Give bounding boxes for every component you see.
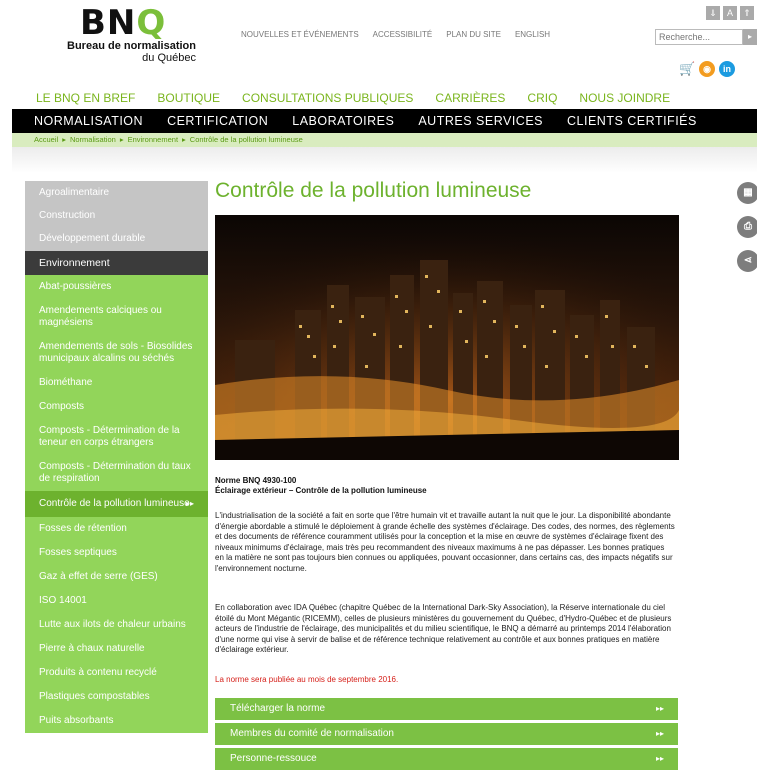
sidebar-item-developpement-durable[interactable]: Développement durable bbox=[25, 227, 208, 251]
double-chevron-right-icon: ▸▸ bbox=[185, 499, 194, 508]
logo-mark-bn: BN bbox=[80, 3, 137, 43]
breadcrumb-current[interactable]: Contrôle de la pollution lumineuse bbox=[190, 133, 303, 147]
search-button[interactable]: ▸ bbox=[743, 29, 757, 45]
logo-mark-q: Q bbox=[136, 3, 167, 43]
breadcrumb-separator-icon: ▸ bbox=[182, 135, 186, 144]
font-reset-button[interactable]: A bbox=[723, 6, 737, 20]
nav-criq[interactable]: CRIQ bbox=[527, 91, 557, 105]
sidebar-item-composts[interactable]: Composts bbox=[25, 395, 208, 419]
nav-bnq-en-bref[interactable]: LE BNQ EN BREF bbox=[36, 91, 135, 105]
breadcrumb-home[interactable]: Accueil bbox=[34, 133, 58, 147]
button-label: Personne-ressouce bbox=[230, 753, 317, 764]
search-input[interactable] bbox=[655, 29, 743, 45]
sidebar-item-pierre-chaux[interactable]: Pierre à chaux naturelle bbox=[25, 637, 208, 661]
sidebar: Agroalimentaire Construction Développeme… bbox=[25, 181, 208, 733]
committee-members-button[interactable]: Membres du comité de normalisation ▸▸ bbox=[215, 723, 678, 745]
double-chevron-right-icon: ▸▸ bbox=[655, 729, 664, 738]
contact-person-button[interactable]: Personne-ressouce ▸▸ bbox=[215, 748, 678, 770]
sidebar-item-agroalimentaire[interactable]: Agroalimentaire bbox=[25, 181, 208, 205]
sidebar-item-composts-respiration[interactable]: Composts - Détermination du taux de resp… bbox=[25, 455, 208, 491]
sidebar-item-produits-recycle[interactable]: Produits à contenu recyclé bbox=[25, 661, 208, 685]
nav-consultations[interactable]: CONSULTATIONS PUBLIQUES bbox=[242, 91, 413, 105]
cart-icon[interactable]: 🛒 bbox=[679, 62, 695, 76]
top-link-sitemap[interactable]: PLAN DU SITE bbox=[446, 30, 501, 39]
share-icon[interactable]: ⋖ bbox=[737, 250, 757, 272]
nav-carrieres[interactable]: CARRIÈRES bbox=[435, 91, 505, 105]
linkedin-icon[interactable]: in bbox=[719, 61, 735, 77]
city-skyline-image bbox=[215, 215, 679, 460]
nav-autres-services[interactable]: AUTRES SERVICES bbox=[418, 114, 543, 128]
nav-clients-certifies[interactable]: CLIENTS CERTIFIÉS bbox=[567, 114, 697, 128]
header-shade bbox=[12, 147, 757, 173]
breadcrumb-environnement[interactable]: Environnement bbox=[128, 133, 178, 147]
sidebar-item-ilots-chaleur[interactable]: Lutte aux ilots de chaleur urbains bbox=[25, 613, 208, 637]
breadcrumb-normalisation[interactable]: Normalisation bbox=[70, 133, 116, 147]
top-link-english[interactable]: ENGLISH bbox=[515, 30, 550, 39]
download-standard-button[interactable]: Télécharger la norme ▸▸ bbox=[215, 698, 678, 720]
calendar-icon[interactable]: ▦ bbox=[737, 182, 757, 204]
page-title: Contrôle de la pollution lumineuse bbox=[215, 179, 532, 202]
sidebar-item-composts-corps-etrangers[interactable]: Composts - Détermination de la teneur en… bbox=[25, 419, 208, 455]
social-icons: 🛒 ◉ in bbox=[679, 61, 735, 77]
nav-boutique[interactable]: BOUTIQUE bbox=[157, 91, 220, 105]
sidebar-item-biomethane[interactable]: Biométhane bbox=[25, 371, 208, 395]
sidebar-item-puits-absorbants[interactable]: Puits absorbants bbox=[25, 709, 208, 733]
nav-normalisation[interactable]: NORMALISATION bbox=[34, 114, 143, 128]
top-link-news[interactable]: NOUVELLES ET ÉVÉNEMENTS bbox=[241, 30, 359, 39]
publication-note: La norme sera publiée au mois de septemb… bbox=[215, 675, 399, 684]
sidebar-item-ges[interactable]: Gaz à effet de serre (GES) bbox=[25, 565, 208, 589]
sidebar-item-biosolides[interactable]: Amendements de sols - Biosolides municip… bbox=[25, 335, 208, 371]
breadcrumb: Accueil ▸ Normalisation ▸ Environnement … bbox=[12, 133, 757, 147]
primary-nav: LE BNQ EN BREF BOUTIQUE CONSULTATIONS PU… bbox=[36, 91, 692, 105]
font-increase-button[interactable]: ⇑ bbox=[740, 6, 754, 20]
sidebar-item-iso-14001[interactable]: ISO 14001 bbox=[25, 589, 208, 613]
standard-number: Norme BNQ 4930-100 bbox=[215, 476, 297, 485]
sidebar-item-abat-poussieres[interactable]: Abat-poussières bbox=[25, 275, 208, 299]
top-link-accessibility[interactable]: ACCESSIBILITÉ bbox=[373, 30, 433, 39]
double-chevron-right-icon: ▸▸ bbox=[655, 754, 664, 763]
font-decrease-button[interactable]: ⇓ bbox=[706, 6, 720, 20]
logo-mark: BNQ bbox=[56, 6, 196, 40]
collaboration-paragraph: En collaboration avec IDA Québec (chapit… bbox=[215, 603, 672, 654]
bnq-logo[interactable]: BNQ Bureau de normalisation du Québec bbox=[56, 6, 196, 64]
city-night-photo bbox=[215, 215, 679, 460]
rss-icon[interactable]: ◉ bbox=[699, 61, 715, 77]
sidebar-item-pollution-lumineuse[interactable]: Contrôle de la pollution lumineuse ▸▸ bbox=[25, 491, 208, 517]
print-icon[interactable]: ⎙ bbox=[737, 216, 757, 238]
sidebar-item-label: Contrôle de la pollution lumineuse bbox=[39, 498, 190, 509]
breadcrumb-separator-icon: ▸ bbox=[62, 135, 66, 144]
sidebar-item-amendements-calciques[interactable]: Amendements calciques ou magnésiens bbox=[25, 299, 208, 335]
secondary-nav: NORMALISATION CERTIFICATION LABORATOIRES… bbox=[12, 109, 757, 133]
standard-header: Norme BNQ 4930-100 Éclairage extérieur –… bbox=[215, 476, 427, 496]
button-label: Membres du comité de normalisation bbox=[230, 728, 394, 739]
nav-certification[interactable]: CERTIFICATION bbox=[167, 114, 268, 128]
sidebar-item-construction[interactable]: Construction bbox=[25, 205, 208, 227]
sidebar-item-fosses-retention[interactable]: Fosses de rétention bbox=[25, 517, 208, 541]
breadcrumb-separator-icon: ▸ bbox=[119, 135, 124, 144]
sidebar-section-environnement[interactable]: Environnement bbox=[25, 251, 208, 275]
nav-laboratoires[interactable]: LABORATOIRES bbox=[292, 114, 394, 128]
intro-paragraph: L'industrialisation de la société a fait… bbox=[215, 511, 675, 573]
nav-nous-joindre[interactable]: NOUS JOINDRE bbox=[579, 91, 670, 105]
button-label: Télécharger la norme bbox=[230, 703, 326, 714]
sidebar-item-fosses-septiques[interactable]: Fosses septiques bbox=[25, 541, 208, 565]
search-box: ▸ bbox=[655, 29, 757, 45]
double-chevron-right-icon: ▸▸ bbox=[655, 704, 664, 713]
top-links: NOUVELLES ET ÉVÉNEMENTS ACCESSIBILITÉ PL… bbox=[241, 30, 550, 39]
sidebar-item-plastiques-compostables[interactable]: Plastiques compostables bbox=[25, 685, 208, 709]
standard-title: Éclairage extérieur – Contrôle de la pol… bbox=[215, 486, 427, 495]
logo-line2: du Québec bbox=[142, 52, 196, 64]
